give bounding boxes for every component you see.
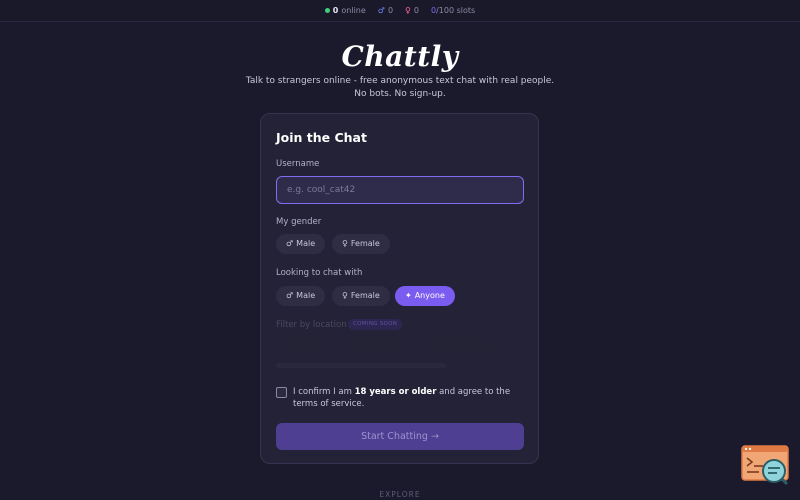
online-dot-icon xyxy=(324,8,330,13)
online-count: 0 xyxy=(332,6,339,15)
join-card: Join the Chat Username My gender ♂Male ♀… xyxy=(260,113,539,464)
gender-label: My gender xyxy=(276,217,322,227)
slots-total: /100 slots xyxy=(436,6,476,15)
looking-male-label: Male xyxy=(296,291,316,300)
card-title: Join the Chat xyxy=(276,130,367,145)
male-icon: ♂ xyxy=(377,6,385,15)
looking-label: Looking to chat with xyxy=(276,268,363,278)
gender-female-label: Female xyxy=(350,239,380,248)
male-icon: ♂ xyxy=(286,291,294,300)
female-icon: ♀ xyxy=(342,239,348,248)
sparkle-icon: ✦ xyxy=(405,291,412,300)
gender-male-button[interactable]: ♂ Male xyxy=(276,234,326,254)
username-label: Username xyxy=(276,159,320,169)
location-option-placeholder xyxy=(343,337,408,357)
tagline-line-2: No bots. No sign-up. xyxy=(354,89,446,99)
female-icon: ♀ xyxy=(405,6,411,15)
tagline-line-1: Talk to strangers online - free anonymou… xyxy=(245,76,555,86)
start-chatting-button[interactable]: Start Chatting → xyxy=(276,423,524,450)
looking-female-label: Female xyxy=(350,291,380,300)
confirm-age: 18 years or older xyxy=(354,387,437,397)
female-icon: ♀ xyxy=(342,291,348,300)
gender-male-label: Male xyxy=(296,239,316,248)
male-count: 0 xyxy=(387,6,394,15)
female-count: 0 xyxy=(413,6,419,15)
tagline: Talk to strangers online - free anonymou… xyxy=(0,75,800,101)
age-confirm-checkbox[interactable] xyxy=(276,387,287,398)
logo: Chattly xyxy=(341,40,459,73)
online-label: online xyxy=(341,6,366,15)
gender-female-button[interactable]: ♀ Female xyxy=(332,234,390,254)
location-option-placeholder xyxy=(276,337,333,357)
male-icon: ♂ xyxy=(286,239,294,248)
location-label: Filter by location xyxy=(276,320,347,330)
looking-anyone-button[interactable]: ✦ Anyone xyxy=(395,286,455,306)
username-input[interactable] xyxy=(276,176,524,204)
age-confirm-text: I confirm I am 18 years or older and agr… xyxy=(293,386,525,410)
terminal-search-icon[interactable] xyxy=(741,445,789,486)
looking-female-button[interactable]: ♀ Female xyxy=(332,286,390,306)
location-note-placeholder xyxy=(276,363,446,368)
status-bar: 0 online ♂ 0 ♀ 0 0/100 slots xyxy=(0,0,800,22)
looking-male-button[interactable]: ♂ Male xyxy=(276,286,326,306)
female-stat: ♀ 0 xyxy=(405,6,419,15)
looking-anyone-label: Anyone xyxy=(414,291,445,300)
confirm-prefix: I confirm I am xyxy=(293,387,355,397)
online-stat: 0 online xyxy=(324,6,366,15)
male-stat: ♂ 0 xyxy=(378,6,393,15)
location-option-placeholder xyxy=(418,337,501,357)
slots-stat: 0/100 slots xyxy=(431,6,475,15)
explore-heading: EXPLORE xyxy=(379,490,421,499)
coming-soon-badge: COMING SOON xyxy=(348,319,403,330)
